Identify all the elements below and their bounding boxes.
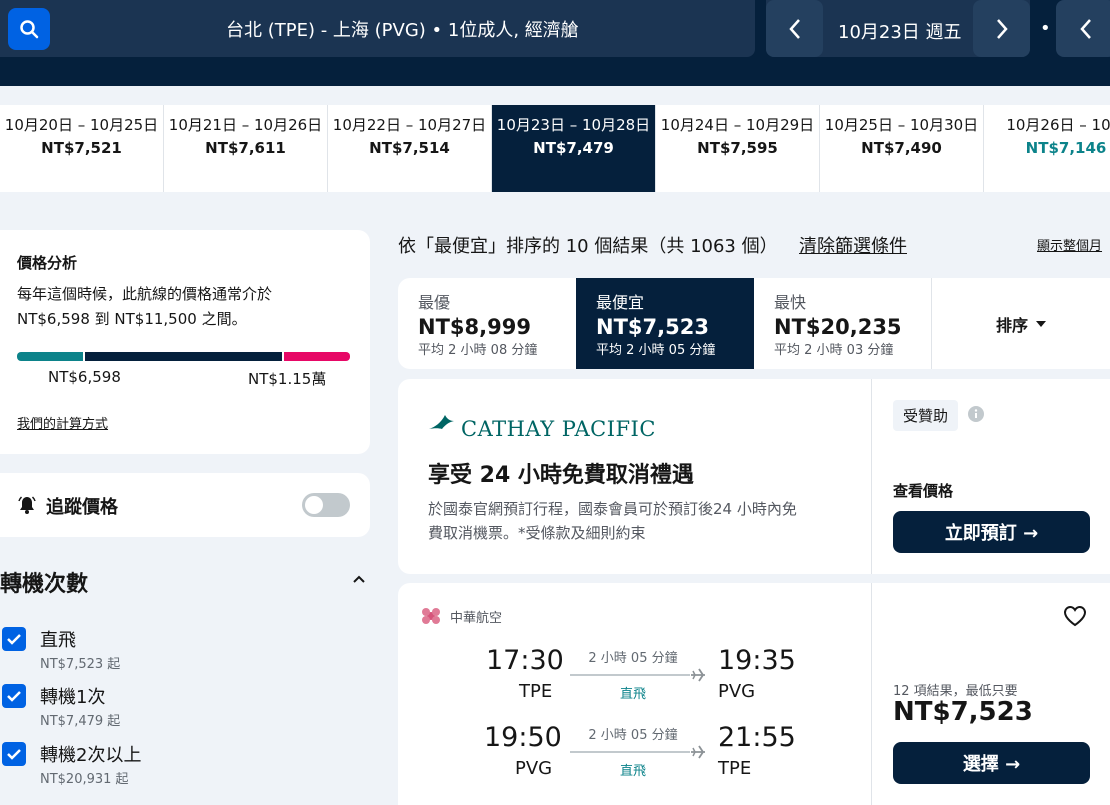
price-bar-typical xyxy=(85,352,282,361)
checkbox-checked[interactable] xyxy=(2,684,26,708)
arrival-code: TPE xyxy=(718,758,752,779)
price-analysis-desc: 每年這個時候，此航線的價格通常介於 xyxy=(17,285,273,303)
departure-code: TPE xyxy=(519,681,553,702)
check-icon xyxy=(7,691,21,702)
stop-option-label: 轉機2次以上 xyxy=(40,745,142,766)
date-cell[interactable]: 10月22日 – 10月27日 NT$7,514 xyxy=(328,105,492,192)
tab-fastest[interactable]: 最快 NT$20,235 平均 2 小時 03 分鐘 xyxy=(754,278,932,369)
flight-duration: 2 小時 05 分鐘 xyxy=(588,651,678,666)
chevron-left-icon xyxy=(1080,18,1091,39)
price-analysis-range: NT$6,598 到 NT$11,500 之間。 xyxy=(17,310,247,328)
flight-stops: 直飛 xyxy=(619,764,646,779)
cathay-logo-icon xyxy=(429,415,454,429)
sort-label: 排序 xyxy=(995,315,1028,335)
check-price-label: 查看價格 xyxy=(893,482,954,500)
search-button[interactable] xyxy=(8,8,50,50)
checkbox-checked[interactable] xyxy=(2,742,26,766)
flight-line xyxy=(570,751,690,753)
calculation-method-link[interactable]: 我們的計算方式 xyxy=(17,413,108,432)
stops-filter-title: 轉機次數 xyxy=(0,572,89,597)
track-price-label: 追蹤價格 xyxy=(46,497,118,518)
arrival-time: 21:55 xyxy=(718,722,796,753)
stop-option-one[interactable]: 轉機1次 NT$7,479 起 xyxy=(0,677,370,737)
info-icon[interactable] xyxy=(968,406,984,422)
date-selector: 10月23日 週五 xyxy=(766,0,1030,57)
date-cell[interactable]: 10月25日 – 10月30日 NT$7,490 xyxy=(820,105,984,192)
plane-icon xyxy=(691,668,705,682)
date-cell[interactable]: 10月21日 – 10月26日 NT$7,611 xyxy=(164,105,328,192)
book-now-button[interactable]: 立即預訂 → xyxy=(893,511,1090,553)
search-icon xyxy=(20,20,39,39)
date-cell[interactable]: 10月26日 – 10月NT$7,146 xyxy=(984,105,1110,192)
date-cell[interactable]: 10月24日 – 10月29日 NT$7,595 xyxy=(656,105,820,192)
current-date[interactable]: 10月23日 週五 xyxy=(838,18,962,44)
stop-option-direct[interactable]: 直飛 NT$7,523 起 xyxy=(0,620,370,680)
price-high-label: NT$1.15萬 xyxy=(248,370,327,388)
arrival-code: PVG xyxy=(718,681,756,702)
stop-option-price: NT$7,523 起 xyxy=(40,657,121,672)
checkbox-checked[interactable] xyxy=(2,627,26,651)
caret-down-icon xyxy=(1036,320,1046,327)
bell-icon xyxy=(18,496,36,514)
price-low-label: NT$6,598 xyxy=(48,368,121,386)
price-analysis-card: 價格分析 每年這個時候，此航線的價格通常介於 NT$6,598 到 NT$11,… xyxy=(0,230,370,454)
sponsored-badge: 受贊助 xyxy=(893,400,959,431)
ad-brand: CATHAY PACIFIC xyxy=(461,417,656,441)
ad-body: 於國泰官網預訂行程，國泰會員可於預訂後24 小時內免 費取消機票。*受條款及細則… xyxy=(428,500,797,542)
return-prev-date-button[interactable] xyxy=(1056,0,1110,57)
date-cell-selected[interactable]: 10月23日 – 10月28日 NT$7,479 xyxy=(492,105,656,192)
arrival-time: 19:35 xyxy=(718,645,796,676)
select-flight-button[interactable]: 選擇 → xyxy=(893,742,1090,784)
sort-dropdown[interactable]: 排序 xyxy=(932,278,1110,369)
airline-name: 中華航空 xyxy=(450,611,503,626)
sort-tabs: 最優 NT$8,999 平均 2 小時 08 分鐘 最便宜 NT$7,523 平… xyxy=(398,278,1110,369)
price-analysis-title: 價格分析 xyxy=(17,254,78,272)
date-cell[interactable]: 10月20日 – 10月25日 NT$7,521 xyxy=(0,105,164,192)
chevron-up-icon[interactable] xyxy=(352,574,366,584)
flight-duration: 2 小時 05 分鐘 xyxy=(588,728,678,743)
stop-option-label: 直飛 xyxy=(40,630,76,651)
chevron-right-icon xyxy=(996,18,1008,39)
clear-filters-link[interactable]: 清除篩選條件 xyxy=(799,232,907,258)
check-icon xyxy=(7,634,21,645)
track-price-toggle[interactable] xyxy=(302,493,350,517)
card-divider xyxy=(871,379,872,574)
card-divider xyxy=(871,583,872,805)
flight-price: NT$7,523 xyxy=(893,697,1033,727)
route-text: 台北 (TPE) - 上海 (PVG) • 1位成人, 經濟艙 xyxy=(226,20,579,41)
tab-best[interactable]: 最優 NT$8,999 平均 2 小時 08 分鐘 xyxy=(398,278,576,369)
chevron-left-icon xyxy=(788,18,800,39)
stop-option-price: NT$20,931 起 xyxy=(40,772,129,787)
sponsored-ad-card: CATHAY PACIFIC 享受 24 小時免費取消禮遇 於國泰官網預訂行程，… xyxy=(398,379,1110,574)
departure-time: 17:30 xyxy=(486,645,564,676)
prev-date-button[interactable] xyxy=(766,0,823,57)
price-bar-low xyxy=(17,352,83,361)
track-price-card: 追蹤價格 xyxy=(0,473,370,537)
results-summary: 依「最便宜」排序的 10 個結果（共 1063 個） xyxy=(398,236,778,257)
next-date-button[interactable] xyxy=(973,0,1030,57)
separator-dot: • xyxy=(1040,18,1051,39)
top-search-bar: 台北 (TPE) - 上海 (PVG) • 1位成人, 經濟艙 10月23日 週… xyxy=(0,0,1110,86)
departure-time: 19:50 xyxy=(484,722,562,753)
flight-line xyxy=(570,674,690,676)
departure-code: PVG xyxy=(515,758,553,779)
route-summary[interactable]: 台北 (TPE) - 上海 (PVG) • 1位成人, 經濟艙 xyxy=(0,0,755,57)
flight-stops: 直飛 xyxy=(619,687,646,702)
stop-option-price: NT$7,479 起 xyxy=(40,714,121,729)
stop-option-two-plus[interactable]: 轉機2次以上 NT$20,931 起 xyxy=(0,735,370,795)
flight-result-card[interactable]: 中華航空 17:30 TPE 2 小時 05 分鐘 直飛 19:35 PVG 1… xyxy=(398,583,1110,805)
ad-headline: 享受 24 小時免費取消禮遇 xyxy=(428,463,694,488)
china-airlines-logo-icon xyxy=(422,608,440,624)
show-month-link[interactable]: 顯示整個月 xyxy=(1037,235,1102,254)
stop-option-label: 轉機1次 xyxy=(40,687,106,708)
heart-icon[interactable] xyxy=(1063,605,1087,627)
tab-cheapest[interactable]: 最便宜 NT$7,523 平均 2 小時 05 分鐘 xyxy=(576,278,754,369)
plane-icon xyxy=(691,745,705,759)
date-price-strip: 10月20日 – 10月25日 NT$7,521 10月21日 – 10月26日 N… xyxy=(0,105,1110,192)
check-icon xyxy=(7,749,21,760)
price-bar-high xyxy=(284,352,350,361)
